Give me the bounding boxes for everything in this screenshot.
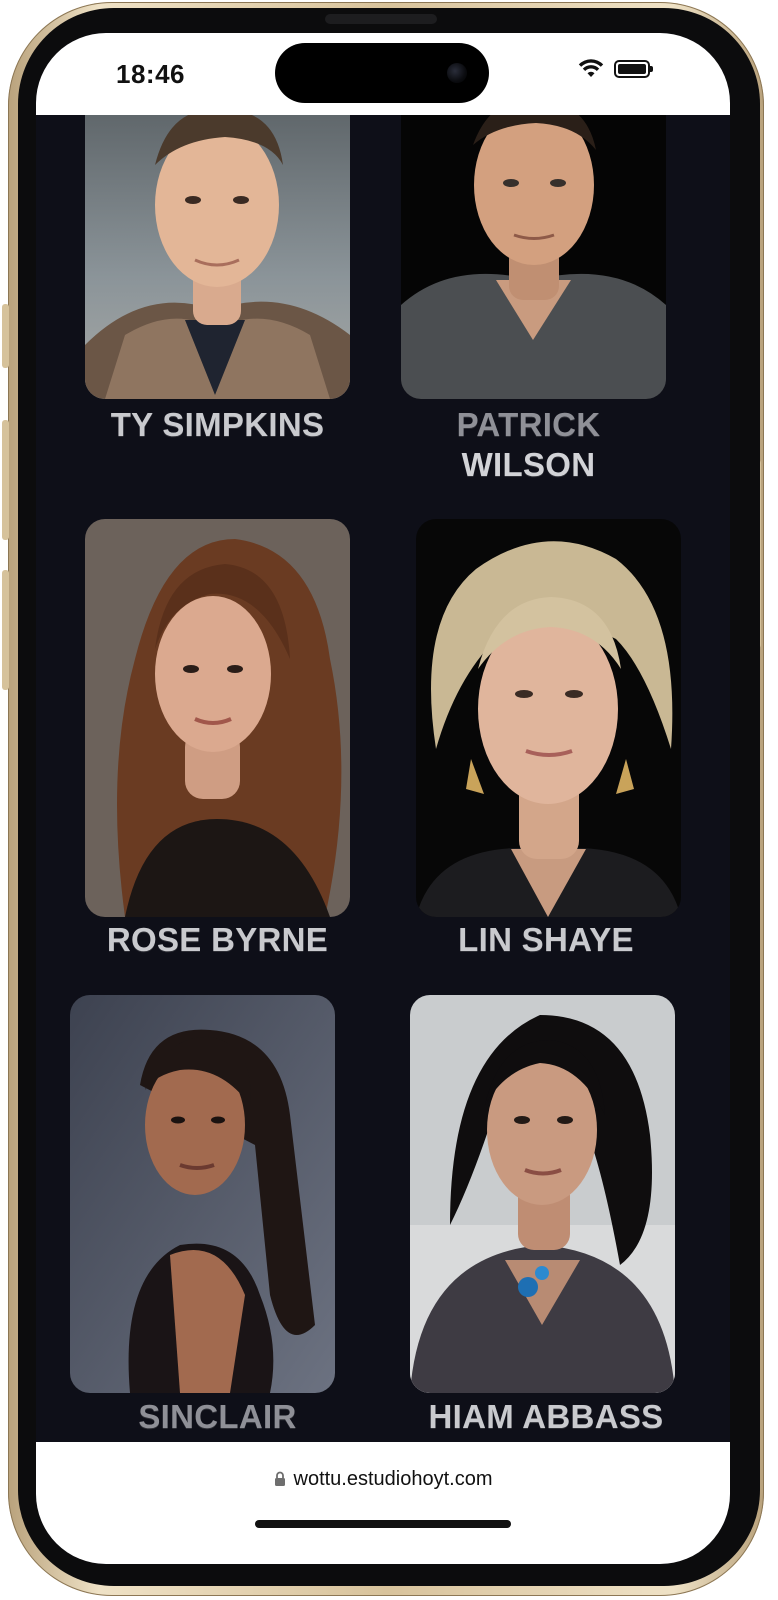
dynamic-island xyxy=(275,43,489,103)
cast-name-line1: PATRICK xyxy=(456,406,601,443)
url-text: wottu.estudiohoyt.com xyxy=(293,1468,493,1490)
cast-name-line2: WILSON xyxy=(461,446,596,483)
status-icons xyxy=(578,59,653,79)
person-portrait-icon[interactable] xyxy=(416,519,681,917)
browser-address-bar[interactable]: wottu.estudiohoyt.com xyxy=(36,1442,730,1564)
status-bar: 18:46 xyxy=(36,33,730,115)
action-button xyxy=(2,304,9,368)
cast-name: PATRICK WILSON xyxy=(376,405,681,485)
battery-icon xyxy=(614,60,653,78)
person-portrait-icon[interactable] xyxy=(85,115,350,399)
person-portrait-icon[interactable] xyxy=(70,995,335,1393)
cast-name: ROSE BYRNE xyxy=(106,921,329,958)
url-display[interactable]: wottu.estudiohoyt.com xyxy=(36,1468,730,1491)
volume-down-button xyxy=(2,570,9,690)
person-portrait-icon[interactable] xyxy=(401,115,666,399)
cast-name: TY SIMPKINS xyxy=(110,406,325,443)
cast-name: HIAM ABBASS xyxy=(428,1398,664,1435)
earpiece-speaker xyxy=(325,14,437,24)
lock-icon xyxy=(274,1471,285,1486)
front-camera-icon xyxy=(447,63,467,83)
person-portrait-icon[interactable] xyxy=(85,519,350,917)
cast-name: SINCLAIR xyxy=(138,1398,297,1435)
status-time: 18:46 xyxy=(116,59,185,89)
wifi-icon xyxy=(578,59,604,77)
home-indicator[interactable] xyxy=(255,1520,511,1528)
volume-up-button xyxy=(2,420,9,540)
phone-screen: 18:46 TY SIMPKINS PATRICK WILSON ROSE BY… xyxy=(36,33,730,1564)
cast-name: LIN SHAYE xyxy=(458,921,634,958)
person-portrait-icon[interactable] xyxy=(410,995,675,1393)
cast-grid[interactable]: TY SIMPKINS PATRICK WILSON ROSE BYRNE LI… xyxy=(36,115,730,1442)
